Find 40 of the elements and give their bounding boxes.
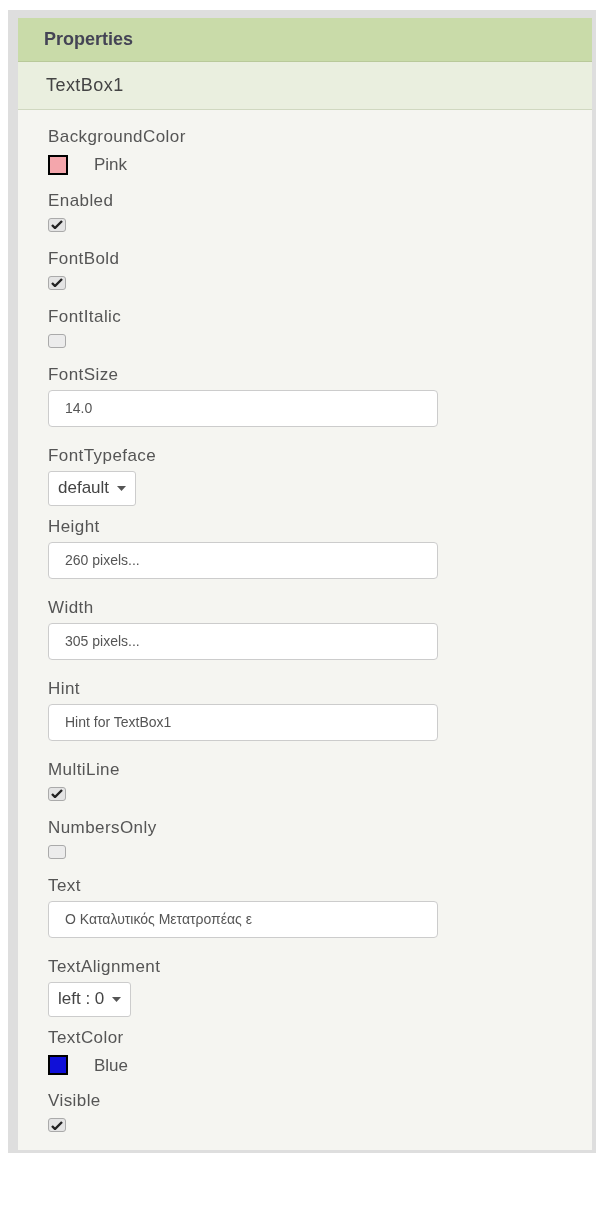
color-name: Blue <box>94 1054 129 1077</box>
caret-icon <box>112 996 122 1002</box>
text-field[interactable]: 14.0 <box>48 389 438 427</box>
panel-title: Properties <box>44 28 134 51</box>
property-label: Width <box>48 596 95 619</box>
text-field[interactable]: 305 pixels... <box>48 622 438 660</box>
text-field[interactable]: Hint for TextBox1 <box>48 703 438 741</box>
property-label: FontSize <box>48 363 120 386</box>
property-label: Hint <box>48 677 81 700</box>
property-label: Enabled <box>48 189 115 212</box>
checkbox[interactable] <box>48 1118 66 1132</box>
color-swatch[interactable] <box>48 154 68 175</box>
check-icon <box>51 789 63 798</box>
dropdown-button[interactable]: default <box>48 470 137 506</box>
property-label: Visible <box>48 1090 102 1112</box>
caret-icon <box>117 485 127 491</box>
checkbox[interactable] <box>48 217 66 232</box>
property-label: Height <box>48 515 101 538</box>
color-name: Pink <box>94 154 128 176</box>
checkbox[interactable] <box>48 786 66 801</box>
property-label: BackgroundColor <box>48 126 187 148</box>
property-label: FontItalic <box>48 305 123 328</box>
check-icon <box>51 1120 63 1130</box>
check-icon <box>51 278 63 287</box>
property-label: TextAlignment <box>48 955 162 978</box>
component-name: TextBox1 <box>46 74 124 97</box>
checkbox[interactable] <box>48 275 66 290</box>
checkbox[interactable] <box>48 844 66 859</box>
property-label: TextColor <box>48 1026 125 1049</box>
color-swatch[interactable] <box>48 1055 68 1076</box>
dropdown-button[interactable]: left : 0 <box>48 981 132 1017</box>
property-label: Text <box>48 874 82 897</box>
property-label: FontTypeface <box>48 444 158 467</box>
text-field[interactable]: Ο Καταλυτικός Μετατροπέας ε <box>48 900 438 938</box>
checkbox[interactable] <box>48 333 66 348</box>
check-icon <box>51 220 63 229</box>
property-label: FontBold <box>48 247 121 270</box>
property-label: NumbersOnly <box>48 816 158 839</box>
text-field[interactable]: 260 pixels... <box>48 541 438 579</box>
property-label: MultiLine <box>48 758 121 781</box>
